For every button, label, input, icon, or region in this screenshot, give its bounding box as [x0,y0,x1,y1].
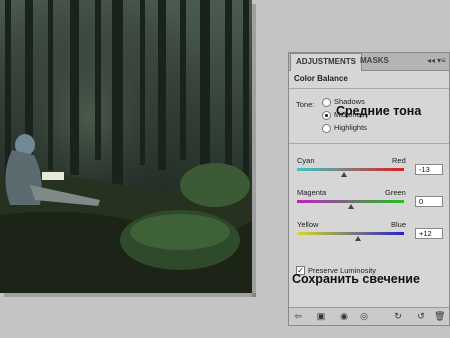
midtones-ru-caption: Средние тона [336,104,422,118]
blue-label: Blue [391,220,407,229]
preserve-ru-caption: Сохранить свечение [292,272,420,286]
cyan-red-slider-thumb[interactable] [341,172,347,177]
collapse-panel-icon[interactable]: ◂◂ [427,56,435,65]
highlights-label: Highlights [334,123,367,132]
highlights-radio[interactable] [322,124,331,133]
panel-menu-icon[interactable]: ▾≡ [437,56,446,65]
visibility-eye-icon[interactable]: ◉ [339,311,349,321]
yellow-blue-value-input[interactable]: +12 [415,228,443,239]
back-arrow-icon[interactable]: ⇦ [293,311,303,321]
canvas-shadow-bottom [4,293,256,297]
magenta-green-slider-track[interactable] [297,200,404,203]
cyan-red-slider-track[interactable] [297,168,404,171]
midtones-radio[interactable] [322,111,331,120]
reset-icon[interactable]: ↻ [393,311,403,321]
divider [289,88,449,89]
divider [289,143,449,144]
tab-adjustments[interactable]: ADJUSTMENTS [290,53,363,71]
tone-label: Tone: [296,100,315,109]
magenta-green-value-input[interactable]: 0 [415,196,443,207]
canvas-shadow-right [252,4,256,297]
red-label: Red [392,156,406,165]
yellow-blue-slider-track[interactable] [297,232,404,235]
cyan-label: Cyan [297,156,315,165]
cyan-red-value-input[interactable]: -13 [415,164,443,175]
panel-title: Color Balance [294,74,348,83]
yellow-label: Yellow [297,220,319,229]
shadows-radio[interactable] [322,98,331,107]
magenta-green-slider-thumb[interactable] [348,204,354,209]
trash-icon[interactable]: 🗑 [434,311,445,321]
view-previous-icon[interactable]: ◎ [359,311,369,321]
forest-scene-image [0,0,252,293]
green-label: Green [385,188,406,197]
panel-footer: ⇦ ▣ ◉ ◎ ↻ ↺ 🗑 [289,307,449,325]
magenta-label: Magenta [297,188,327,197]
screen-mode-icon[interactable]: ▣ [316,311,326,321]
tab-masks[interactable]: MASKS [355,53,394,69]
panel-tab-bar: ADJUSTMENTS MASKS ◂◂ ▾≡ [289,53,449,71]
canvas-photo [0,0,252,293]
clip-layer-icon[interactable]: ↺ [416,311,426,321]
yellow-blue-slider-thumb[interactable] [355,236,361,241]
